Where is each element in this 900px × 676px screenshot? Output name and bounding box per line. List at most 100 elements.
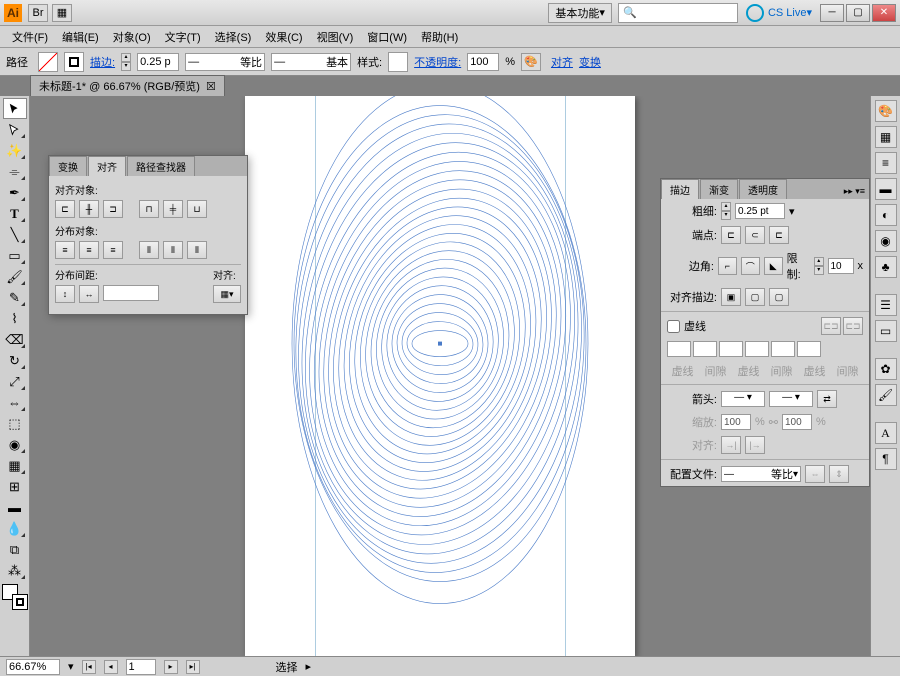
limit-input[interactable] (828, 258, 854, 274)
corner-round-button[interactable]: ⌒ (741, 257, 760, 275)
free-transform-tool[interactable]: ⬚ (3, 413, 27, 434)
blend-tool[interactable]: ⧉ (3, 539, 27, 560)
artboards-panel-icon[interactable]: ▭ (875, 320, 897, 342)
menu-help[interactable]: 帮助(H) (415, 27, 464, 47)
rectangle-tool[interactable]: ▭ (3, 245, 27, 266)
align-bottom-button[interactable]: ⊔ (187, 200, 207, 218)
menu-effect[interactable]: 效果(C) (259, 27, 308, 47)
corner-miter-button[interactable]: ⌐ (718, 257, 737, 275)
stroke-weight-input[interactable] (137, 53, 179, 71)
mesh-tool[interactable]: ⊞ (3, 476, 27, 497)
appearance-panel-icon[interactable]: ◉ (875, 230, 897, 252)
align-to-button[interactable]: ▦▾ (213, 285, 241, 303)
eyedropper-tool[interactable]: 💧 (3, 518, 27, 539)
spacing-input[interactable] (103, 285, 159, 301)
fill-swatch[interactable] (38, 52, 58, 72)
maximize-button[interactable]: ▢ (846, 4, 870, 22)
menu-edit[interactable]: 编辑(E) (56, 27, 105, 47)
color-panel-icon[interactable]: 🎨 (875, 100, 897, 122)
tab-align[interactable]: 对齐 (88, 156, 126, 176)
panel-collapse-icon[interactable]: ▸▸ ▾≡ (840, 184, 869, 199)
gradient-tool[interactable]: ▬ (3, 497, 27, 518)
cap-round-button[interactable]: ⊂ (745, 226, 765, 244)
magic-wand-tool[interactable]: ✨ (3, 140, 27, 161)
corner-bevel-button[interactable]: ◣ (764, 257, 783, 275)
align-stroke-center-button[interactable]: ▣ (721, 288, 741, 306)
symbols-panel-icon[interactable]: ✿ (875, 358, 897, 380)
swatches-panel-icon[interactable]: ▦ (875, 126, 897, 148)
dist-right-button[interactable]: ⦀ (187, 241, 207, 259)
eraser-tool[interactable]: ⌫ (3, 329, 27, 350)
search-input[interactable]: 🔍 (618, 3, 738, 23)
paragraph-panel-icon[interactable]: ¶ (875, 448, 897, 470)
close-button[interactable]: ✕ (872, 4, 896, 22)
scale-tool[interactable]: ⤢ (3, 371, 27, 392)
style-swatch[interactable] (388, 52, 408, 72)
shape-builder-tool[interactable]: ◉ (3, 434, 27, 455)
align-left-button[interactable]: ⊏ (55, 200, 75, 218)
fill-stroke-indicator[interactable] (2, 584, 28, 610)
layers-panel-icon[interactable]: ☰ (875, 294, 897, 316)
recolor-button[interactable]: 🎨 (521, 53, 541, 71)
weight-input[interactable] (735, 203, 785, 219)
menu-select[interactable]: 选择(S) (209, 27, 258, 47)
stroke-panel-icon[interactable]: ≡ (875, 152, 897, 174)
tab-transparency[interactable]: 透明度 (739, 179, 787, 199)
dist-bottom-button[interactable]: ≡ (103, 241, 123, 259)
cslive-button[interactable]: CS Live ▾ (746, 4, 812, 22)
selection-tool[interactable] (3, 98, 27, 119)
dist-vcenter-button[interactable]: ≡ (79, 241, 99, 259)
dist-hcenter-button[interactable]: ⦀ (163, 241, 183, 259)
minimize-button[interactable]: ─ (820, 4, 844, 22)
dist-top-button[interactable]: ≡ (55, 241, 75, 259)
first-artboard-button[interactable]: |◂ (82, 660, 96, 674)
menu-type[interactable]: 文字(T) (159, 27, 207, 47)
align-hcenter-button[interactable]: ╫ (79, 200, 99, 218)
cap-butt-button[interactable]: ⊏ (721, 226, 741, 244)
menu-view[interactable]: 视图(V) (311, 27, 360, 47)
type-panel-icon[interactable]: A (875, 422, 897, 444)
gradient-panel-icon[interactable]: ▬ (875, 178, 897, 200)
width-tool[interactable]: ⇔ (3, 392, 27, 413)
menu-window[interactable]: 窗口(W) (361, 27, 413, 47)
next-artboard-button[interactable]: ▸ (164, 660, 178, 674)
dist-hspace-button[interactable]: ↔ (79, 285, 99, 303)
align-stroke-inside-button[interactable]: ▢ (745, 288, 765, 306)
close-tab-icon[interactable]: ☒ (206, 80, 216, 93)
perspective-tool[interactable]: ▦ (3, 455, 27, 476)
bridge-button[interactable]: Br (28, 4, 48, 22)
tab-stroke[interactable]: 描边 (661, 179, 699, 199)
weight-stepper[interactable]: ▴▾ (721, 202, 731, 220)
brush-uniform-drop[interactable]: — 等比 (185, 53, 265, 71)
align-stroke-outside-button[interactable]: ▢ (769, 288, 789, 306)
menu-object[interactable]: 对象(O) (107, 27, 157, 47)
dashed-checkbox[interactable] (667, 320, 680, 333)
brush-basic-drop[interactable]: — 基本 (271, 53, 351, 71)
pencil-tool[interactable]: ✎ (3, 287, 27, 308)
limit-stepper[interactable]: ▴▾ (814, 257, 823, 275)
paintbrush-tool[interactable]: 🖌 (3, 266, 27, 287)
weight-drop-icon[interactable]: ▾ (789, 205, 795, 218)
zoom-input[interactable] (6, 659, 60, 675)
rotate-tool[interactable]: ↻ (3, 350, 27, 371)
stroke-link[interactable]: 描边: (90, 54, 115, 70)
blob-brush-tool[interactable]: ⌇ (3, 308, 27, 329)
dist-left-button[interactable]: ⦀ (139, 241, 159, 259)
stroke-swatch[interactable] (64, 52, 84, 72)
document-tab[interactable]: 未标题-1* @ 66.67% (RGB/预览)☒ (30, 75, 225, 96)
symbol-sprayer-tool[interactable]: ⁂ (3, 560, 27, 581)
align-link[interactable]: 对齐 (551, 54, 573, 70)
brushes-panel-icon[interactable]: 🖌 (875, 384, 897, 406)
workspace-switcher[interactable]: 基本功能 ▾ (548, 3, 612, 23)
tab-gradient[interactable]: 渐变 (700, 179, 738, 199)
align-right-button[interactable]: ⊐ (103, 200, 123, 218)
align-vcenter-button[interactable]: ╪ (163, 200, 183, 218)
opacity-link[interactable]: 不透明度: (414, 54, 461, 70)
graphic-styles-icon[interactable]: ♣ (875, 256, 897, 278)
pen-tool[interactable]: ✒ (3, 182, 27, 203)
last-artboard-button[interactable]: ▸| (186, 660, 200, 674)
transform-link[interactable]: 变换 (579, 54, 601, 70)
tab-pathfinder[interactable]: 路径查找器 (127, 156, 195, 176)
arrow-swap-button[interactable]: ⇄ (817, 390, 837, 408)
prev-artboard-button[interactable]: ◂ (104, 660, 118, 674)
